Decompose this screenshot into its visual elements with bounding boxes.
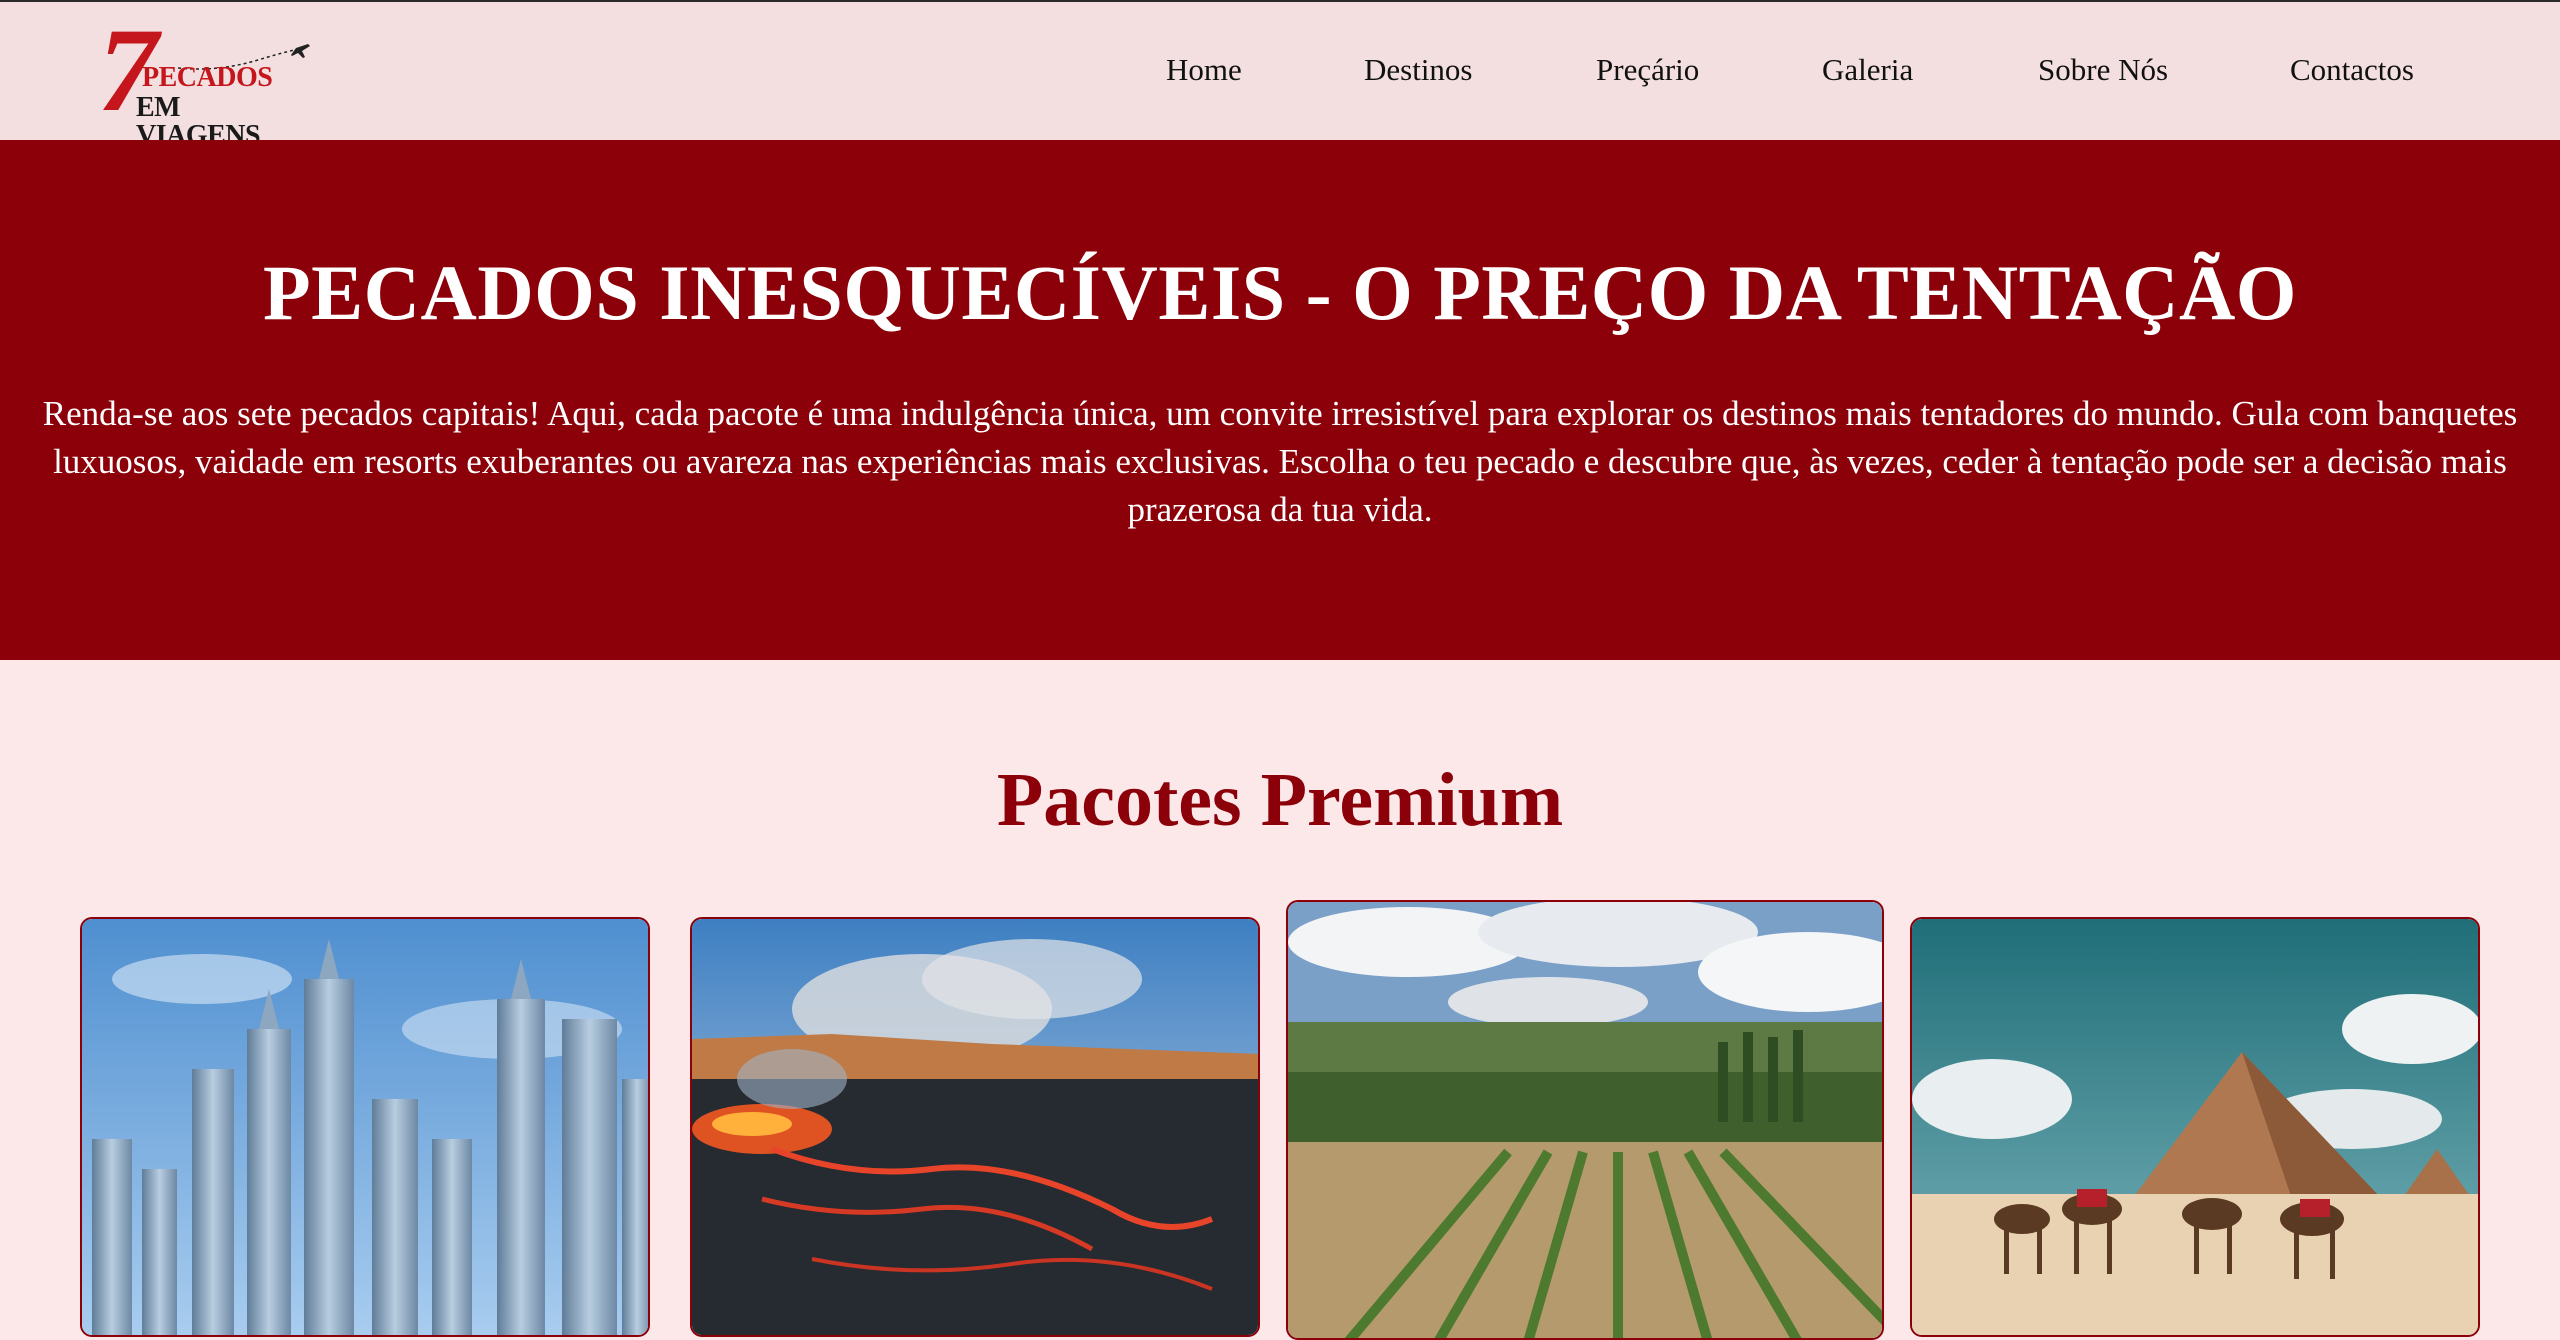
skyscrapers-image	[82, 919, 648, 1335]
nav-home[interactable]: Home	[1166, 52, 1242, 88]
package-card-vineyard[interactable]	[1286, 900, 1884, 1340]
hero-banner: PECADOS INESQUECÍVEIS - O PREÇO DA TENTA…	[0, 140, 2560, 660]
nav-galeria[interactable]: Galeria	[1822, 52, 1913, 88]
package-card-volcano[interactable]	[690, 917, 1260, 1337]
site-logo[interactable]: 7 PECADOS EM VIAGENS	[98, 10, 310, 150]
hero-description: Renda-se aos sete pecados capitais! Aqui…	[42, 394, 2518, 529]
packages-title: Pacotes Premium	[996, 758, 1564, 842]
pyramid-image	[1912, 919, 2478, 1335]
nav-contactos[interactable]: Contactos	[2290, 52, 2414, 88]
site-header: 7 PECADOS EM VIAGENS Home Destinos Preçá…	[0, 0, 2560, 150]
nav-destinos[interactable]: Destinos	[1364, 52, 1473, 88]
nav-precario[interactable]: Preçário	[1596, 52, 1699, 88]
volcano-image	[692, 919, 1258, 1335]
hero-title: PECADOS INESQUECÍVEIS - O PREÇO DA TENTA…	[263, 249, 2297, 336]
nav-sobre-nos[interactable]: Sobre Nós	[2038, 52, 2168, 88]
package-card-skyscrapers[interactable]	[80, 917, 650, 1337]
vineyard-image	[1288, 902, 1882, 1338]
logo-text-pecados: PECADOS	[142, 62, 273, 93]
package-card-pyramid[interactable]	[1910, 917, 2480, 1337]
